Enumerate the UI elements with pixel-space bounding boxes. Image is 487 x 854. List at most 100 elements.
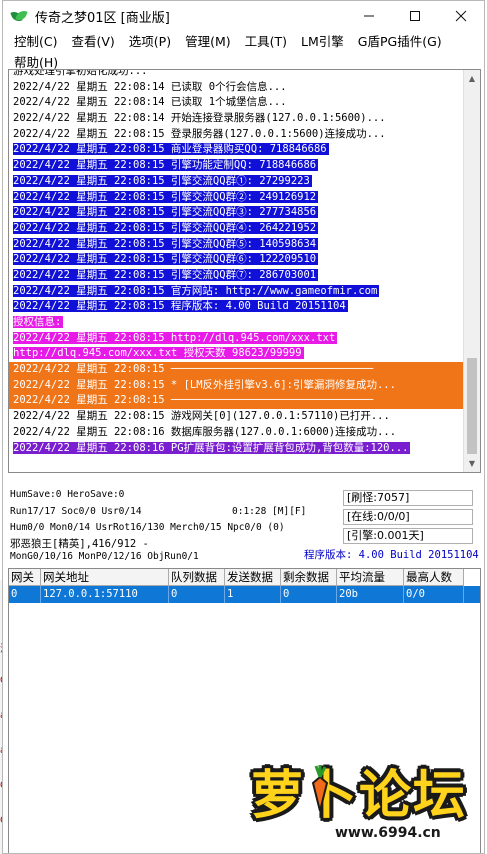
menu-options[interactable]: 选项(P) [122, 31, 178, 52]
status-humans: Hum0/0 Mon0/14 UsrRot16/130 Merch0/15 Np… [10, 522, 285, 533]
log-line: 2022/4/22 星期五 22:08:15 官方网站: http://www.… [9, 284, 463, 300]
log-line: 2022/4/22 星期五 22:08:15 引擎交流QQ群⑤: 1405986… [9, 237, 463, 253]
scroll-down-icon[interactable]: ▼ [464, 455, 480, 472]
server-window: 传奇之梦01区 [商业版] 控制(C) 查看(V) 选项(P) 管理(M) 工具… [2, 0, 485, 854]
log-line-text: 2022/4/22 星期五 22:08:16 数据库服务器(127.0.0.1:… [13, 425, 397, 438]
column-remaining-data[interactable]: 剩余数据 [281, 569, 337, 586]
log-line-text: 2022/4/22 星期五 22:08:15 引擎功能定制QQ: 7188466… [13, 159, 319, 172]
log-line: 2022/4/22 星期五 22:08:15 引擎交流QQ群⑦: 2867030… [9, 268, 463, 284]
log-line-text: 2022/4/22 星期五 22:08:15 引擎交流QQ群⑦: 2867030… [13, 268, 319, 281]
log-line-text: 2022/4/22 星期五 22:08:15 引擎交流QQ群①: 2729922… [13, 174, 312, 187]
status-run: Run17/17 Soc0/0 Usr0/14 [10, 506, 142, 517]
log-line: 2022/4/22 星期五 22:08:15 引擎交流QQ群④: 2642219… [9, 221, 463, 237]
log-line-text: 2022/4/22 星期五 22:08:15 程序版本: 4.00 Build … [13, 300, 348, 313]
log-line-text: 游戏处理引擎初始化成功... [13, 70, 148, 77]
refresh-monster-count: [刷怪:7057] [343, 490, 473, 506]
watermark-logo: 萝卜论坛 www.6994.cn [243, 753, 473, 853]
cell-max-users: 0/0 [404, 586, 464, 603]
log-line: 2022/4/22 星期五 22:08:14 开始连接登录服务器(127.0.0… [9, 111, 463, 127]
log-line-text: 2022/4/22 星期五 22:08:15 ─────────────────… [13, 394, 374, 407]
scroll-up-icon[interactable]: ▲ [464, 70, 480, 87]
online-count: [在线:0/0/0] [343, 509, 473, 525]
minimize-button[interactable] [346, 1, 392, 31]
status-save: HumSave:0 HeroSave:0 [10, 489, 125, 500]
column-max-users[interactable]: 最高人数 [404, 569, 464, 586]
log-line-text: 2022/4/22 星期五 22:08:15 游戏网关[0](127.0.0.1… [13, 410, 390, 423]
log-line-text: 2022/4/22 星期五 22:08:15 引擎交流QQ群③: 2777348… [13, 206, 319, 219]
cell-gateway: 0 [9, 586, 41, 603]
log-line: 2022/4/22 星期五 22:08:15 商业登录器购买QQ: 718846… [9, 142, 463, 158]
cell-avg-traffic: 20b [337, 586, 404, 603]
engine-days: [引擎:0.001天] [343, 528, 473, 544]
log-line-text: 2022/4/22 星期五 22:08:14 已读取 1个城堡信息... [13, 96, 287, 109]
log-line-text: 2022/4/22 星期五 22:08:15 引擎交流QQ群②: 2491269… [13, 190, 319, 203]
log-line: 2022/4/22 星期五 22:08:15 引擎交流QQ群②: 2491269… [9, 190, 463, 206]
log-line: 2022/4/22 星期五 22:08:15 登录服务器(127.0.0.1:5… [9, 127, 463, 143]
log-line: 2022/4/22 星期五 22:08:16 PG扩展背包:设置扩展背包成功,背… [9, 441, 463, 457]
window-title: 传奇之梦01区 [商业版] [35, 10, 170, 26]
program-version: 程序版本: 4.00 Build 20151104 [304, 549, 479, 561]
log-line-text: 2022/4/22 星期五 22:08:15 引擎交流QQ群⑥: 1222095… [13, 253, 319, 266]
log-panel[interactable]: 游戏处理引擎初始化成功... 2022/4/22 星期五 22:08:14 已读取… [8, 69, 481, 473]
log-line-text: 2022/4/22 星期五 22:08:15 引擎交流QQ群⑤: 1405986… [13, 237, 319, 250]
status-mon-gen: MonG0/10/16 MonP0/12/16 ObjRun0/1 [10, 551, 199, 562]
log-line-text: 2022/4/22 星期五 22:08:16 PG扩展背包:设置扩展背包成功,背… [13, 441, 411, 454]
cell-send-data: 1 [225, 586, 281, 603]
maximize-icon [410, 11, 420, 21]
log-line-text: 2022/4/22 星期五 22:08:15 引擎交流QQ群④: 2642219… [13, 221, 319, 234]
log-line: 授权信息: [9, 315, 463, 331]
log-line: 2022/4/22 星期五 22:08:15 引擎功能定制QQ: 7188466… [9, 158, 463, 174]
maximize-button[interactable] [392, 1, 438, 31]
table-row[interactable]: 0 127.0.0.1:57110 0 1 0 20b 0/0 [9, 586, 480, 603]
log-lines: 游戏处理引擎初始化成功... 2022/4/22 星期五 22:08:14 已读取… [9, 70, 463, 472]
watermark-text: 萝卜论坛 [251, 766, 468, 826]
cell-remaining-data: 0 [281, 586, 337, 603]
log-line-text: 2022/4/22 星期五 22:08:15 * [LM反外挂引擎v3.6]:引… [13, 378, 396, 391]
menu-control[interactable]: 控制(C) [7, 31, 64, 52]
log-line: 2022/4/22 星期五 22:08:15 http://dlq.945.co… [9, 331, 463, 347]
log-line-text: 授权信息: [13, 316, 64, 328]
log-line: 2022/4/22 星期五 22:08:15 引擎交流QQ群①: 2729922… [9, 174, 463, 190]
log-line-text: 2022/4/22 星期五 22:08:14 开始连接登录服务器(127.0.0… [13, 112, 386, 125]
close-button[interactable] [438, 1, 484, 31]
scroll-thumb[interactable] [467, 358, 477, 454]
status-monster: 邪恶狼王[精英],416/912 - [10, 538, 149, 550]
column-send-data[interactable]: 发送数据 [225, 569, 281, 586]
menu-tools[interactable]: 工具(T) [238, 31, 294, 52]
log-line-text: 2022/4/22 星期五 22:08:15 官方网站: http://www.… [13, 284, 380, 297]
close-icon [455, 10, 467, 22]
title-bar: 传奇之梦01区 [商业版] [3, 1, 484, 31]
table-header: 网关 网关地址 队列数据 发送数据 剩余数据 平均流量 最高人数 [9, 569, 480, 586]
menu-bar: 控制(C) 查看(V) 选项(P) 管理(M) 工具(T) LM引擎 G盾PG插… [3, 31, 484, 73]
carrot-icon [311, 765, 329, 811]
cell-gateway-address: 127.0.0.1:57110 [41, 586, 169, 603]
log-line: 游戏处理引擎初始化成功... [9, 70, 463, 80]
status-timer: 0:1:28 [M][F] [232, 506, 307, 517]
minimize-icon [364, 15, 374, 17]
menu-gshield-plugin[interactable]: G盾PG插件(G) [351, 31, 449, 52]
status-panel: HumSave:0 HeroSave:0 Run17/17 Soc0/0 Usr… [8, 487, 481, 563]
log-line-text: http://dlq.945.com/xxx.txt 授权天数 98623/99… [13, 347, 304, 360]
column-queue-data[interactable]: 队列数据 [169, 569, 225, 586]
log-line: 2022/4/22 星期五 22:08:16 数据库服务器(127.0.0.1:… [9, 425, 463, 441]
column-avg-traffic[interactable]: 平均流量 [337, 569, 404, 586]
log-line: 2022/4/22 星期五 22:08:15 程序版本: 4.00 Build … [9, 299, 463, 315]
log-line: http://dlq.945.com/xxx.txt 授权天数 98623/99… [9, 346, 463, 362]
menu-lm-engine[interactable]: LM引擎 [294, 31, 351, 52]
log-line: 2022/4/22 星期五 22:08:15 ─────────────────… [9, 362, 463, 378]
log-line: 2022/4/22 星期五 22:08:14 已读取 0个行会信息... [9, 80, 463, 96]
leaf-icon [10, 8, 28, 24]
menu-view[interactable]: 查看(V) [64, 31, 121, 52]
log-line-text: 2022/4/22 星期五 22:08:15 http://dlq.945.co… [13, 331, 338, 344]
column-gateway[interactable]: 网关 [9, 569, 41, 586]
menu-manage[interactable]: 管理(M) [178, 31, 238, 52]
log-line: 2022/4/22 星期五 22:08:15 * [LM反外挂引擎v3.6]:引… [9, 377, 463, 394]
log-line-text: 2022/4/22 星期五 22:08:15 登录服务器(127.0.0.1:5… [13, 127, 386, 140]
column-gateway-address[interactable]: 网关地址 [41, 569, 169, 586]
log-line-text: 2022/4/22 星期五 22:08:14 已读取 0个行会信息... [13, 80, 287, 93]
log-scrollbar[interactable]: ▲ ▼ [463, 70, 480, 472]
watermark-domain: www.6994.cn [335, 825, 441, 841]
log-line-text: 2022/4/22 星期五 22:08:15 ─────────────────… [13, 363, 374, 376]
cell-queue-data: 0 [169, 586, 225, 603]
log-line: 2022/4/22 星期五 22:08:15 游戏网关[0](127.0.0.1… [9, 409, 463, 425]
